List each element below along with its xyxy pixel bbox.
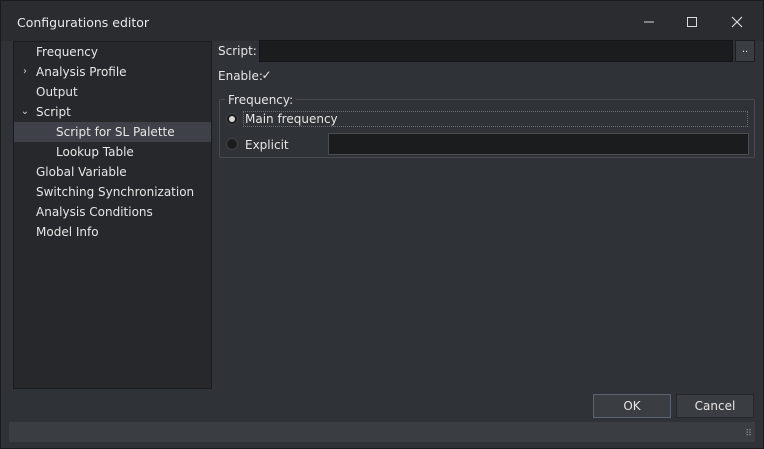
- tree-item-label: Analysis Conditions: [36, 205, 153, 219]
- tree-item[interactable]: Script for SL Palette: [14, 122, 211, 142]
- close-icon[interactable]: [715, 7, 759, 37]
- script-input[interactable]: [259, 40, 733, 62]
- frequency-group-title: Frequency:: [225, 93, 297, 107]
- minimize-icon[interactable]: [627, 7, 671, 37]
- enable-checkbox[interactable]: ✓: [260, 69, 273, 82]
- tree-item-label: Global Variable: [36, 165, 127, 179]
- enable-label: Enable:: [218, 69, 263, 83]
- explicit-label[interactable]: Explicit: [245, 138, 289, 152]
- browse-button[interactable]: ..: [735, 40, 755, 62]
- chevron-down-icon[interactable]: ⌄: [20, 102, 30, 122]
- title-bar[interactable]: Configurations editor: [1, 1, 763, 41]
- explicit-radio[interactable]: [226, 138, 238, 150]
- status-bar: ⠿: [9, 422, 755, 442]
- tree-item-label: Analysis Profile: [36, 65, 127, 79]
- tree-item[interactable]: Output: [14, 82, 211, 102]
- tree-item[interactable]: › Analysis Profile: [14, 62, 211, 82]
- chevron-right-icon[interactable]: ›: [20, 62, 30, 82]
- tree-item-label: Script for SL Palette: [56, 125, 175, 139]
- tree-item-label: Model Info: [36, 225, 99, 239]
- tree-item-label: Output: [36, 85, 78, 99]
- cancel-button[interactable]: Cancel: [676, 394, 754, 418]
- check-icon: ✓: [261, 68, 272, 82]
- main-frequency-label[interactable]: Main frequency: [243, 111, 748, 127]
- explicit-frequency-input[interactable]: [328, 133, 749, 155]
- script-label: Script:: [218, 44, 257, 58]
- tree-item[interactable]: ⌄ Script: [14, 102, 211, 122]
- tree-item[interactable]: Switching Synchronization: [14, 182, 211, 202]
- tree-item-label: Frequency: [36, 45, 98, 59]
- resize-grip-icon[interactable]: ⠿: [745, 429, 752, 439]
- ok-button[interactable]: OK: [593, 394, 671, 418]
- configurations-editor-window: Configurations editor Frequency › Analysis…: [0, 0, 764, 449]
- tree-item-label: Lookup Table: [56, 145, 134, 159]
- tree-item-label: Switching Synchronization: [36, 185, 195, 199]
- configuration-tree[interactable]: Frequency › Analysis Profile Output ⌄ Script S…: [13, 41, 212, 389]
- main-frequency-radio[interactable]: [226, 113, 238, 125]
- tree-item[interactable]: Analysis Conditions: [14, 202, 211, 222]
- window-title: Configurations editor: [17, 15, 150, 30]
- tree-item[interactable]: Global Variable: [14, 162, 211, 182]
- tree-item[interactable]: Frequency: [14, 42, 211, 62]
- tree-item[interactable]: Lookup Table: [14, 142, 211, 162]
- tree-item[interactable]: Model Info: [14, 222, 211, 242]
- tree-item-label: Script: [36, 105, 71, 119]
- maximize-icon[interactable]: [670, 7, 714, 37]
